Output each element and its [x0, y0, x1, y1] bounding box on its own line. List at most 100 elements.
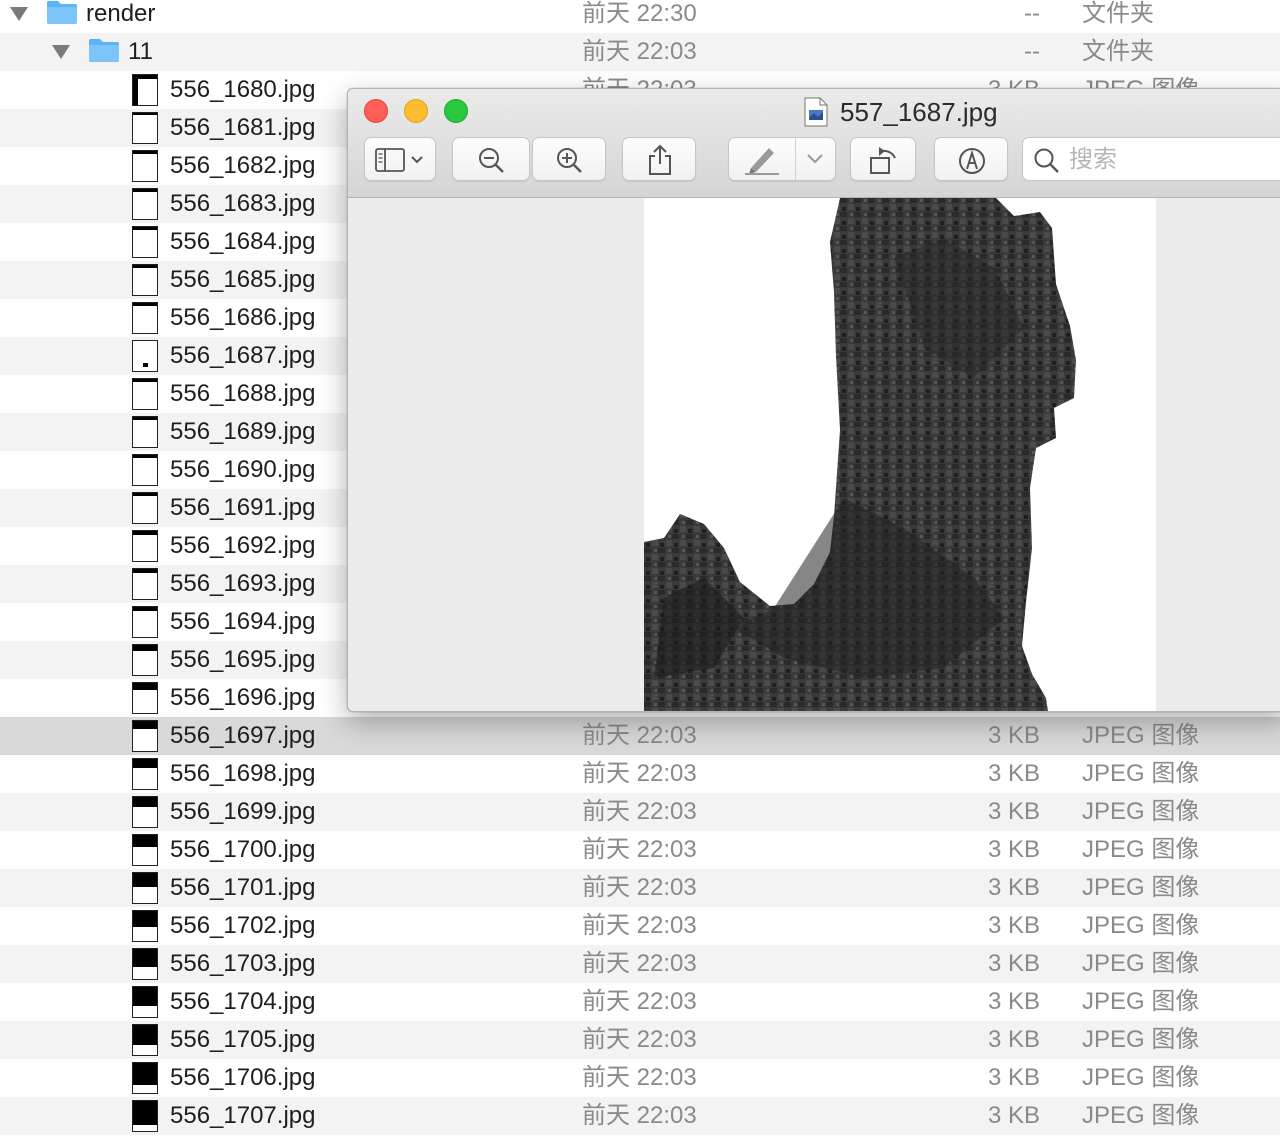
jpeg-thumbnail-icon: [132, 872, 158, 904]
file-row[interactable]: 556_1702.jpg 前天 22:03 3 KB JPEG 图像: [0, 907, 1280, 945]
file-kind: JPEG 图像: [1082, 1102, 1200, 1129]
chevron-down-icon[interactable]: [805, 152, 825, 166]
annotate-icon: [959, 148, 985, 174]
file-name: 556_1703.jpg: [170, 950, 316, 977]
jpeg-thumbnail-icon: [132, 340, 158, 372]
file-kind: 文件夹: [1082, 0, 1154, 27]
file-row[interactable]: 556_1698.jpg 前天 22:03 3 KB JPEG 图像: [0, 755, 1280, 793]
jpeg-thumbnail-icon: [132, 682, 158, 714]
file-kind: JPEG 图像: [1082, 988, 1200, 1015]
file-row[interactable]: 556_1703.jpg 前天 22:03 3 KB JPEG 图像: [0, 945, 1280, 983]
search-field[interactable]: [1022, 137, 1280, 181]
preview-image[interactable]: [644, 198, 1156, 711]
jpeg-thumbnail-icon: [132, 530, 158, 562]
file-row[interactable]: 556_1701.jpg 前天 22:03 3 KB JPEG 图像: [0, 869, 1280, 907]
file-size: 3 KB: [987, 1102, 1040, 1129]
search-input[interactable]: [1067, 144, 1271, 176]
file-name: 556_1691.jpg: [170, 494, 316, 521]
disclosure-triangle-icon[interactable]: [10, 7, 28, 21]
file-row[interactable]: 556_1697.jpg 前天 22:03 3 KB JPEG 图像: [0, 717, 1280, 755]
jpeg-thumbnail-icon: [132, 910, 158, 942]
file-row[interactable]: 556_1707.jpg 前天 22:03 3 KB JPEG 图像: [0, 1097, 1280, 1135]
jpeg-thumbnail-icon: [132, 378, 158, 410]
zoom-in-button[interactable]: [532, 137, 606, 181]
file-name: 556_1685.jpg: [170, 266, 316, 293]
jpeg-thumbnail-icon: [132, 948, 158, 980]
file-name: 556_1701.jpg: [170, 874, 316, 901]
jpeg-thumbnail-icon: [132, 568, 158, 600]
file-row[interactable]: 556_1706.jpg 前天 22:03 3 KB JPEG 图像: [0, 1059, 1280, 1097]
annotate-button[interactable]: [934, 137, 1008, 181]
file-name: 556_1700.jpg: [170, 836, 316, 863]
jpeg-thumbnail-icon: [132, 834, 158, 866]
file-row[interactable]: 556_1700.jpg 前天 22:03 3 KB JPEG 图像: [0, 831, 1280, 869]
sidebar-toggle-button[interactable]: [364, 137, 436, 181]
jpeg-document-icon: [804, 97, 828, 127]
file-name: 556_1706.jpg: [170, 1064, 316, 1091]
file-name: 556_1680.jpg: [170, 76, 316, 103]
file-kind: JPEG 图像: [1082, 912, 1200, 939]
share-button[interactable]: [622, 137, 696, 181]
window-title: 557_1687.jpg: [840, 97, 998, 127]
folder-icon: [47, 1, 77, 24]
jpeg-thumbnail-icon: [132, 720, 158, 752]
file-name: 556_1683.jpg: [170, 190, 316, 217]
jpeg-thumbnail-icon: [132, 986, 158, 1018]
date-modified: 前天 22:03: [582, 836, 697, 863]
file-kind: JPEG 图像: [1082, 1064, 1200, 1091]
file-row[interactable]: 556_1699.jpg 前天 22:03 3 KB JPEG 图像: [0, 793, 1280, 831]
file-name: 556_1693.jpg: [170, 570, 316, 597]
zoom-out-icon: [479, 148, 504, 173]
date-modified: 前天 22:03: [582, 1102, 697, 1129]
file-kind: JPEG 图像: [1082, 722, 1200, 749]
jpeg-thumbnail-icon: [132, 226, 158, 258]
search-icon: [1034, 148, 1059, 173]
terrain-image: [644, 198, 1076, 711]
minimize-button[interactable]: [404, 99, 428, 123]
folder-row[interactable]: render 前天 22:30 -- 文件夹: [0, 0, 1280, 33]
file-name: 556_1695.jpg: [170, 646, 316, 673]
date-modified: 前天 22:03: [582, 722, 697, 749]
markup-separator: [795, 138, 796, 180]
jpeg-thumbnail-icon: [132, 264, 158, 296]
jpeg-thumbnail-icon: [132, 188, 158, 220]
file-name: 556_1704.jpg: [170, 988, 316, 1015]
file-size: 3 KB: [987, 950, 1040, 977]
zoom-window-button[interactable]: [444, 99, 468, 123]
jpeg-thumbnail-icon: [132, 644, 158, 676]
rotate-icon: [870, 147, 896, 174]
jpeg-thumbnail-icon: [132, 416, 158, 448]
disclosure-triangle-icon[interactable]: [52, 45, 70, 59]
file-name: 556_1688.jpg: [170, 380, 316, 407]
file-name: 556_1690.jpg: [170, 456, 316, 483]
file-row[interactable]: 556_1704.jpg 前天 22:03 3 KB JPEG 图像: [0, 983, 1280, 1021]
jpeg-thumbnail-icon: [132, 302, 158, 334]
folder-row[interactable]: 11 前天 22:03 -- 文件夹: [0, 33, 1280, 71]
file-name: 556_1699.jpg: [170, 798, 316, 825]
rotate-button[interactable]: [850, 137, 916, 181]
date-modified: 前天 22:30: [582, 0, 697, 27]
jpeg-thumbnail-icon: [132, 1100, 158, 1132]
jpeg-thumbnail-icon: [132, 1024, 158, 1056]
preview-content: [348, 198, 1280, 711]
file-row[interactable]: 556_1705.jpg 前天 22:03 3 KB JPEG 图像: [0, 1021, 1280, 1059]
file-size: 3 KB: [987, 912, 1040, 939]
file-size: 3 KB: [987, 798, 1040, 825]
file-kind: JPEG 图像: [1082, 950, 1200, 977]
date-modified: 前天 22:03: [582, 874, 697, 901]
file-name: render: [86, 0, 156, 27]
file-name: 556_1689.jpg: [170, 418, 316, 445]
date-modified: 前天 22:03: [582, 1064, 697, 1091]
preview-titlebar[interactable]: 557_1687.jpg: [348, 89, 1280, 198]
file-name: 11: [128, 38, 153, 65]
markup-button[interactable]: [728, 137, 836, 181]
file-kind: JPEG 图像: [1082, 760, 1200, 787]
file-size: --: [1024, 0, 1040, 27]
file-kind: JPEG 图像: [1082, 1026, 1200, 1053]
date-modified: 前天 22:03: [582, 38, 697, 65]
file-name: 556_1694.jpg: [170, 608, 316, 635]
jpeg-thumbnail-icon: [132, 1062, 158, 1094]
zoom-out-button[interactable]: [452, 137, 530, 181]
file-name: 556_1697.jpg: [170, 722, 316, 749]
close-button[interactable]: [364, 99, 388, 123]
